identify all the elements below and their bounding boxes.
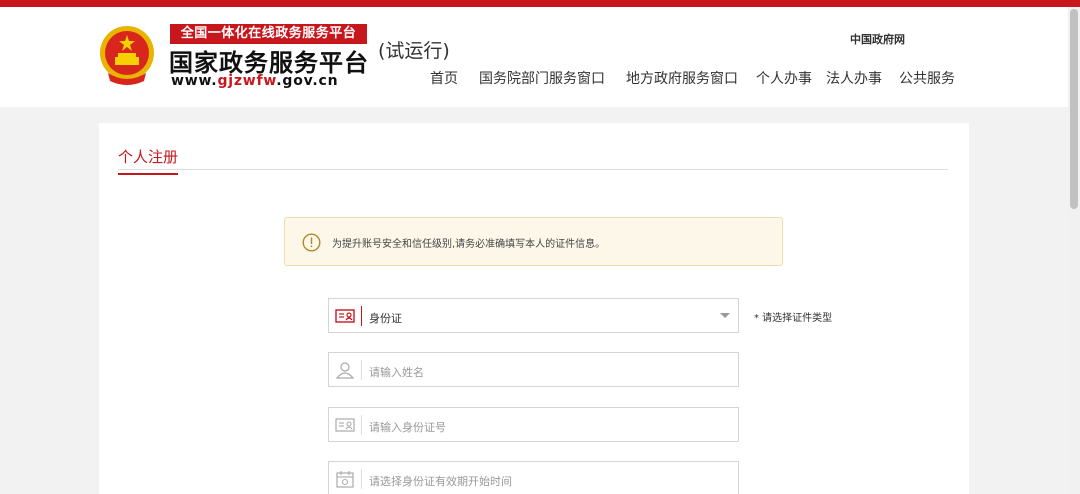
field-separator: [361, 415, 362, 435]
notice-box: 为提升账号安全和信任级别,请务必准确填写本人的证件信息。: [284, 217, 783, 266]
id-number-field[interactable]: 请输入身份证号: [328, 407, 739, 442]
id-type-hint: * 请选择证件类型: [754, 313, 833, 324]
id-number-placeholder: 请输入身份证号: [369, 421, 446, 434]
field-separator: [361, 306, 362, 326]
scrollbar-thumb[interactable]: [1070, 9, 1078, 209]
name-field[interactable]: 请输入姓名: [328, 352, 739, 387]
valid-from-placeholder: 请选择身份证有效期开始时间: [369, 475, 512, 488]
valid-from-date-field[interactable]: 请选择身份证有效期开始时间: [328, 461, 739, 494]
registration-card: 个人注册 为提升账号安全和信任级别,请务必准确填写本人的证件信息。 身份证 * …: [99, 123, 969, 494]
tab-divider: [118, 169, 948, 170]
main-nav: 首页 国务院部门服务窗口 地方政府服务窗口 个人办事 法人办事 公共服务: [430, 68, 955, 88]
id-type-select[interactable]: 身份证: [328, 298, 739, 333]
tab-personal-registration[interactable]: 个人注册: [118, 146, 179, 175]
chevron-down-icon[interactable]: [720, 313, 730, 318]
id-card-icon: [335, 418, 355, 432]
nav-home[interactable]: 首页: [430, 68, 458, 88]
field-separator: [361, 360, 362, 380]
site-url: www.gjzwfw.gov.cn: [171, 73, 339, 89]
field-separator: [361, 469, 362, 489]
nav-corporate-affairs[interactable]: 法人办事: [826, 68, 882, 88]
notice-text: 为提升账号安全和信任级别,请务必准确填写本人的证件信息。: [332, 239, 606, 250]
nav-personal-affairs[interactable]: 个人办事: [756, 68, 812, 88]
nav-state-council-services[interactable]: 国务院部门服务窗口: [479, 68, 605, 88]
national-emblem-icon[interactable]: [98, 23, 156, 87]
id-card-icon: [335, 309, 355, 323]
warning-circle-icon: [302, 233, 321, 252]
top-red-bar: [0, 0, 1080, 7]
gov-website-link[interactable]: 中国政府网: [850, 31, 905, 47]
name-placeholder: 请输入姓名: [369, 366, 424, 379]
user-icon: [335, 362, 355, 379]
id-type-value: 身份证: [369, 312, 402, 325]
calendar-icon: [336, 471, 354, 488]
platform-banner: 全国一体化在线政务服务平台: [170, 24, 367, 44]
nav-local-government-services[interactable]: 地方政府服务窗口: [626, 68, 738, 88]
nav-public-services[interactable]: 公共服务: [899, 68, 955, 88]
site-header: 全国一体化在线政务服务平台 国家政务服务平台 www.gjzwfw.gov.cn…: [0, 7, 1080, 107]
trial-label: (试运行): [378, 40, 450, 62]
page-scrollbar[interactable]: [1068, 7, 1080, 494]
